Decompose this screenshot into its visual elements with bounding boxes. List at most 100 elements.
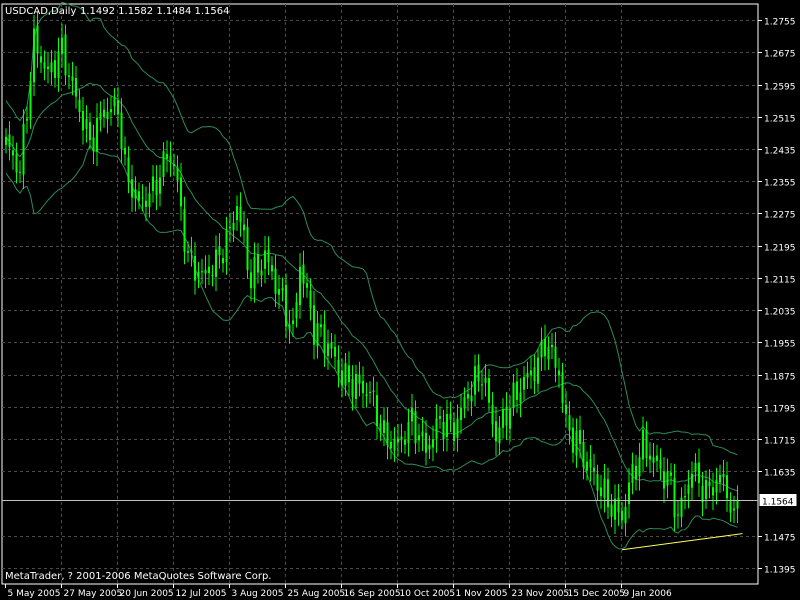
- candle-body: [414, 410, 417, 444]
- candle-body: [649, 455, 651, 460]
- x-tick-label: 23 Nov 2005: [512, 589, 570, 599]
- candle-body: [407, 422, 410, 443]
- candle-body: [71, 76, 74, 81]
- candle-body: [218, 246, 221, 256]
- candle-body: [719, 474, 721, 483]
- candle-body: [309, 290, 312, 309]
- candle-body: [362, 380, 364, 394]
- candle-body: [257, 254, 259, 273]
- candle-body: [561, 372, 564, 404]
- candle-body: [299, 266, 301, 306]
- y-tick-label: 1.2035: [764, 308, 796, 318]
- candle-body: [204, 269, 207, 274]
- candle-body: [722, 474, 725, 478]
- candle-body: [484, 377, 487, 383]
- candle-body: [607, 479, 609, 508]
- candle-body: [278, 289, 280, 295]
- candle-body: [603, 478, 606, 498]
- candle-body: [729, 501, 732, 513]
- candle-body: [386, 422, 389, 446]
- candle-body: [663, 471, 665, 489]
- candle-body: [477, 364, 480, 382]
- y-tick-label: 1.1475: [764, 534, 796, 544]
- candle-body: [92, 137, 95, 152]
- candle-body: [687, 484, 690, 494]
- candle-body: [15, 153, 18, 173]
- candle-body: [533, 367, 536, 382]
- candle-body: [390, 441, 392, 449]
- candle-body: [239, 206, 242, 223]
- candle-body: [120, 112, 123, 149]
- candle-body: [82, 111, 84, 131]
- candle-body: [694, 462, 697, 472]
- candle-body: [733, 508, 735, 511]
- candle-body: [117, 100, 119, 115]
- candle-body: [327, 343, 329, 356]
- candle-body: [313, 305, 315, 345]
- candle-body: [656, 455, 658, 461]
- candle-body: [652, 457, 655, 463]
- y-tick-label: 1.2115: [764, 276, 796, 286]
- candle-body: [715, 479, 718, 493]
- candle-body: [397, 438, 399, 443]
- candle-body: [474, 366, 476, 395]
- candle-body: [638, 457, 641, 477]
- candle-body: [40, 56, 42, 63]
- candle-body: [705, 479, 707, 500]
- y-tick-label: 1.1955: [764, 340, 796, 350]
- candle-body: [547, 346, 550, 360]
- candle-body: [106, 111, 109, 120]
- candle-body: [516, 381, 518, 400]
- candle-body: [264, 250, 266, 269]
- candle-body: [96, 117, 98, 152]
- candle-body: [505, 406, 508, 426]
- candle-body: [8, 134, 11, 148]
- candle-body: [411, 408, 413, 422]
- x-tick-label: 25 Aug 2005: [288, 589, 346, 599]
- candle-body: [180, 177, 182, 207]
- candle-body: [495, 421, 497, 442]
- y-tick-label: 1.1875: [764, 373, 796, 383]
- candle-body: [68, 75, 70, 78]
- candle-body: [670, 472, 672, 476]
- candle-body: [50, 62, 53, 73]
- candle-body: [523, 376, 525, 390]
- candle-body: [99, 112, 102, 120]
- candle-body: [194, 255, 196, 281]
- candle-body: [12, 150, 14, 156]
- candle-body: [334, 346, 336, 357]
- candle-body: [400, 436, 403, 440]
- candle-body: [253, 256, 256, 289]
- candle-body: [358, 374, 361, 384]
- y-tick-label: 1.2595: [764, 83, 796, 93]
- candle-body: [610, 504, 613, 517]
- candle-body: [89, 122, 91, 141]
- candle-body: [446, 414, 448, 437]
- candle-body: [225, 229, 228, 263]
- candle-body: [551, 344, 553, 348]
- candle-body: [659, 459, 662, 469]
- candle-body: [57, 51, 60, 78]
- candle-body: [684, 496, 686, 498]
- candle-body: [166, 153, 168, 159]
- candle-body: [229, 227, 231, 229]
- candle-body: [526, 373, 529, 378]
- candle-body: [64, 34, 67, 76]
- y-tick-label: 1.2675: [764, 50, 796, 60]
- candle-body: [138, 191, 140, 201]
- candle-body: [631, 463, 634, 484]
- candle-body: [565, 404, 567, 414]
- candle-body: [554, 346, 557, 368]
- candle-body: [145, 200, 147, 207]
- candle-body: [621, 510, 623, 521]
- x-tick-label: 27 May 2005: [64, 589, 123, 599]
- candle-body: [453, 422, 455, 441]
- y-tick-label: 1.2355: [764, 179, 796, 189]
- candle-body: [78, 99, 81, 113]
- candle-body: [162, 151, 165, 177]
- candle-body: [306, 283, 308, 288]
- candle-body: [617, 497, 620, 513]
- candle-body: [236, 206, 238, 221]
- candle-body: [593, 467, 595, 472]
- candle-body: [341, 370, 343, 386]
